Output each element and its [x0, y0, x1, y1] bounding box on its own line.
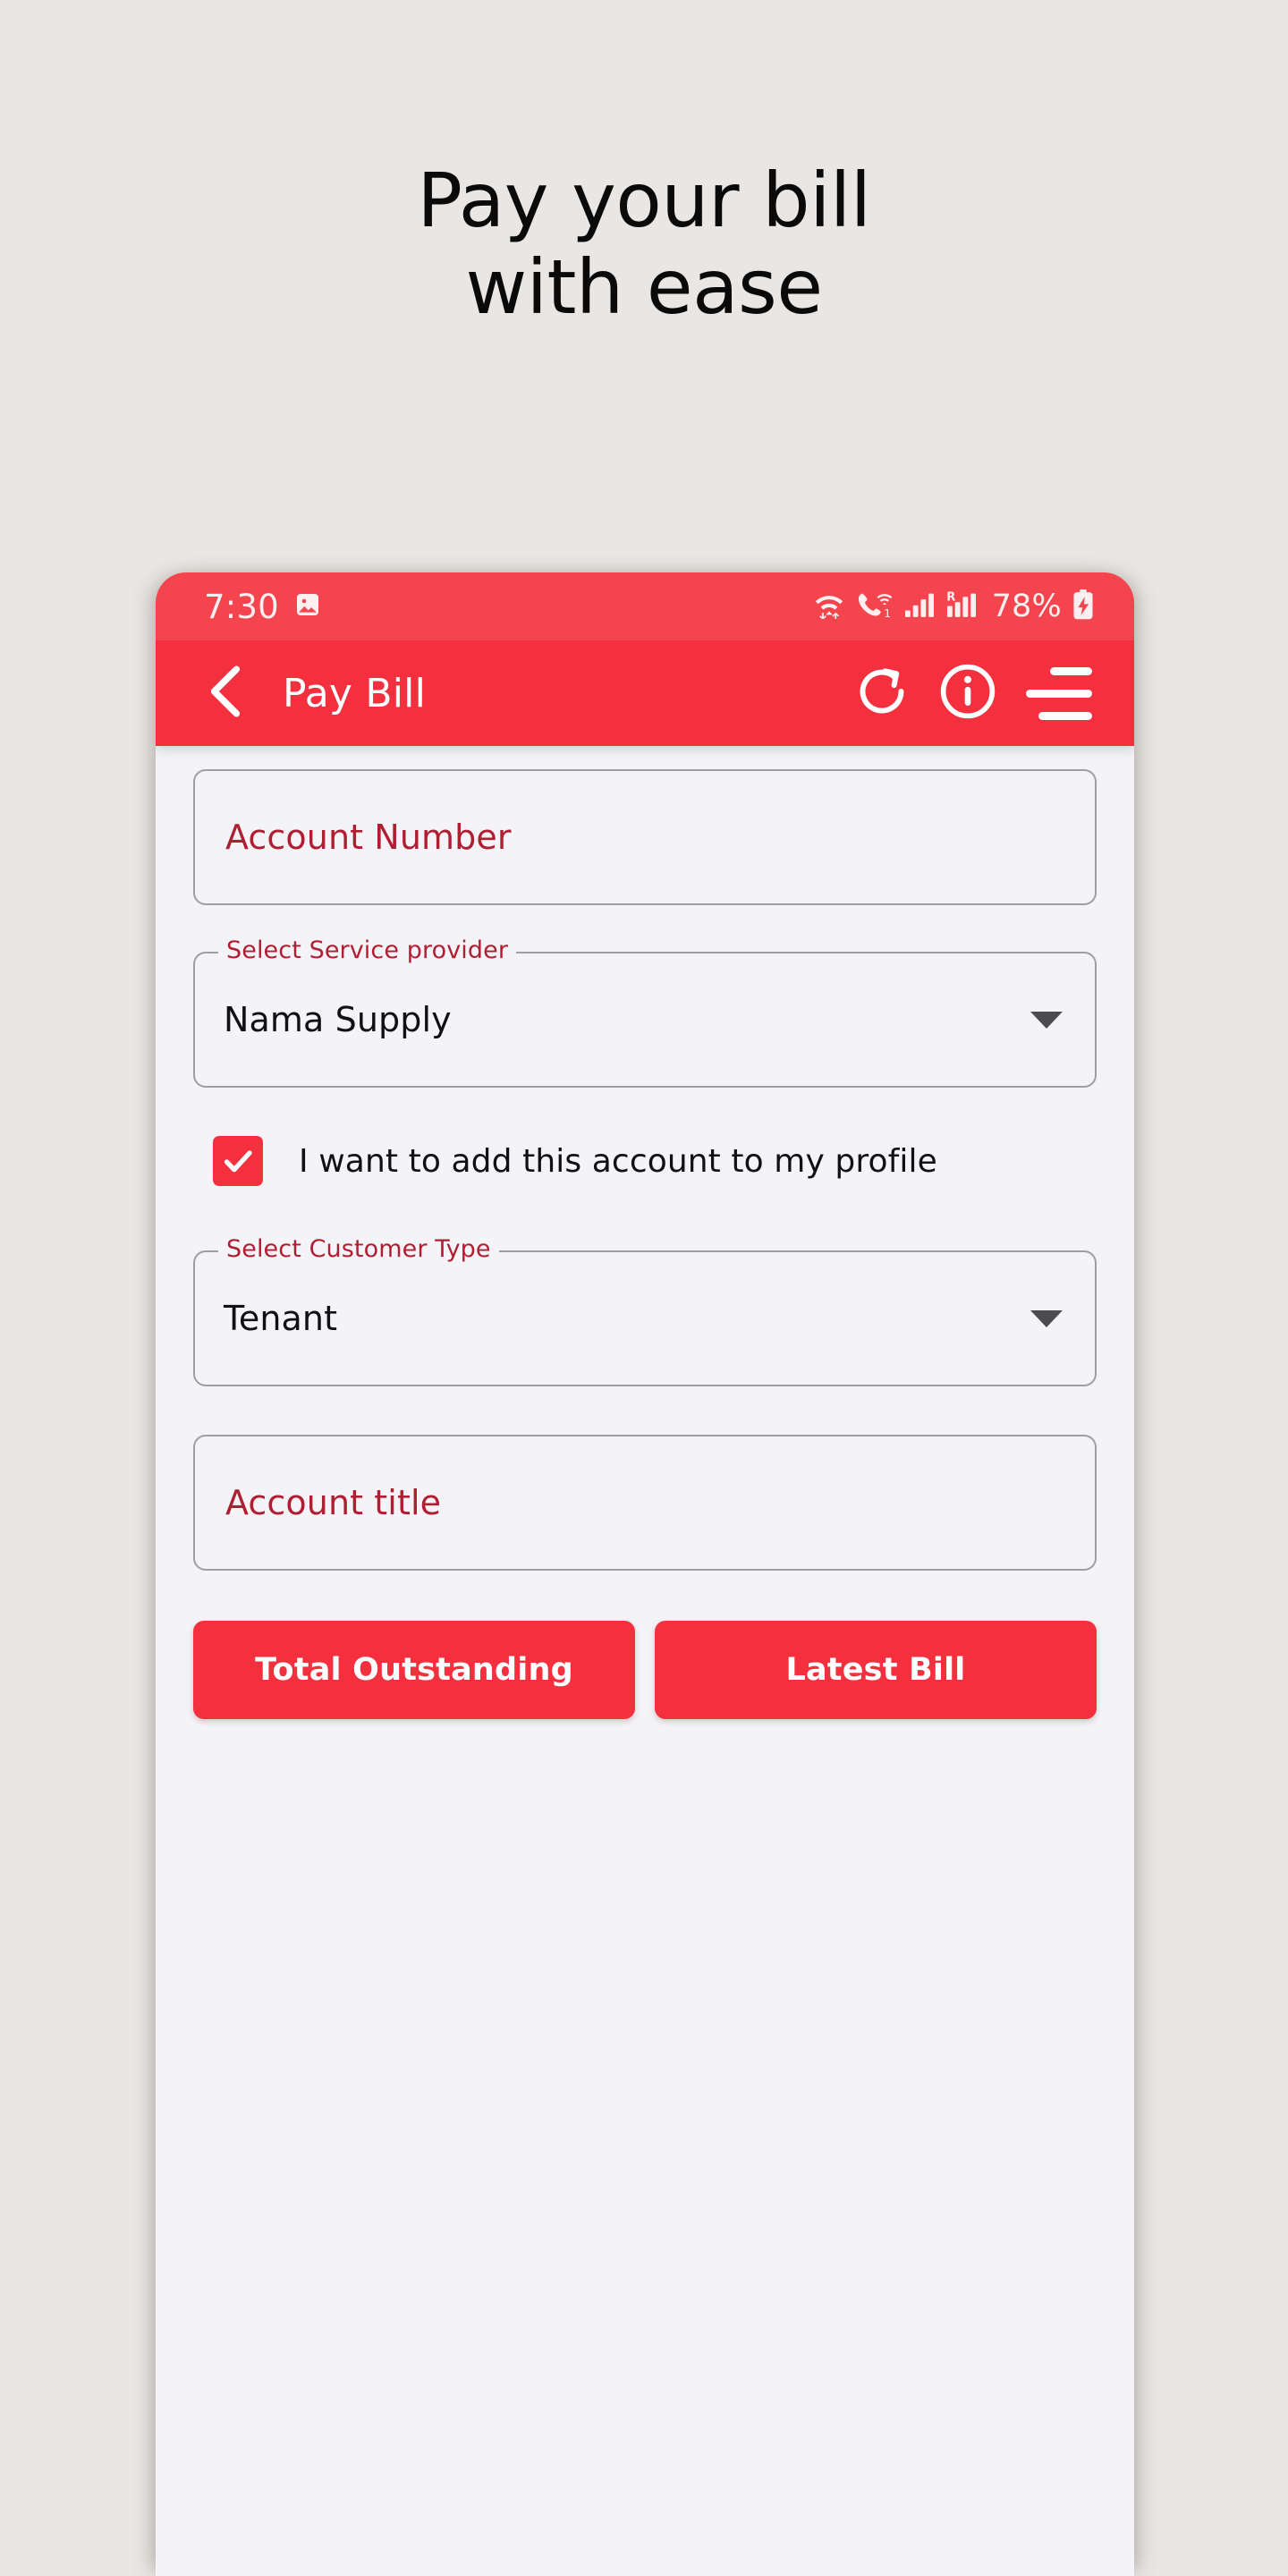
- info-icon: [938, 662, 997, 725]
- signal-bars-icon: [903, 590, 936, 623]
- refresh-icon: [854, 664, 910, 724]
- customer-type-label: Select Customer Type: [218, 1233, 499, 1266]
- add-to-profile-row[interactable]: I want to add this account to my profile: [193, 1118, 1097, 1204]
- service-provider-select[interactable]: Select Service provider Nama Supply: [193, 935, 1097, 1088]
- account-number-placeholder: Account Number: [225, 818, 512, 857]
- back-button[interactable]: [188, 655, 265, 732]
- status-bar-right: 1 R 78%: [812, 589, 1095, 624]
- phone-mockup: 7:30 1 R 78% Pay Bill Account Number Sel…: [156, 572, 1134, 2576]
- status-bar: 7:30 1 R 78%: [156, 572, 1134, 640]
- chevron-down-icon: [1030, 1011, 1063, 1029]
- pay-bill-form: Account Number Select Service provider N…: [156, 746, 1134, 2576]
- add-to-profile-checkbox[interactable]: [213, 1136, 263, 1186]
- chevron-down-icon: [1030, 1309, 1063, 1327]
- hamburger-menu-icon: [1026, 666, 1092, 720]
- account-title-input[interactable]: Account title: [193, 1435, 1097, 1571]
- promo-heading-line-1: Pay your bill: [417, 157, 871, 244]
- image-icon: [293, 590, 322, 623]
- info-button[interactable]: [925, 650, 1011, 736]
- promo-heading-line-2: with ease: [465, 243, 823, 332]
- wifi-data-icon: [812, 590, 846, 623]
- customer-type-value: Tenant: [224, 1299, 338, 1338]
- form-spacer: [193, 1386, 1097, 1435]
- account-title-placeholder: Account title: [225, 1483, 442, 1522]
- status-bar-clock: 7:30: [204, 587, 279, 626]
- service-provider-label: Select Service provider: [218, 935, 517, 967]
- latest-bill-button[interactable]: Latest Bill: [655, 1621, 1097, 1719]
- svg-text:R: R: [946, 590, 955, 604]
- battery-charging-icon: [1072, 589, 1095, 624]
- total-outstanding-button[interactable]: Total Outstanding: [193, 1621, 635, 1719]
- battery-percent-label: 78%: [991, 589, 1062, 624]
- roaming-signal-icon: R: [945, 590, 978, 623]
- customer-type-inner: Tenant: [193, 1250, 1097, 1386]
- page-title: Pay Bill: [283, 670, 427, 716]
- refresh-button[interactable]: [839, 650, 925, 736]
- service-provider-value: Nama Supply: [224, 1000, 452, 1039]
- svg-text:1: 1: [884, 606, 891, 619]
- service-provider-inner: Nama Supply: [193, 952, 1097, 1088]
- back-chevron-icon: [204, 664, 249, 724]
- menu-button[interactable]: [1011, 650, 1107, 736]
- account-number-input[interactable]: Account Number: [193, 769, 1097, 905]
- add-to-profile-label: I want to add this account to my profile: [299, 1142, 937, 1180]
- promo-heading: Pay your bill with ease: [0, 157, 1288, 332]
- customer-type-select[interactable]: Select Customer Type Tenant: [193, 1233, 1097, 1386]
- status-bar-left: 7:30: [204, 588, 322, 626]
- wifi-calling-icon: 1: [856, 590, 894, 623]
- app-bar: Pay Bill: [156, 640, 1134, 746]
- action-button-row: Total Outstanding Latest Bill: [193, 1621, 1097, 1719]
